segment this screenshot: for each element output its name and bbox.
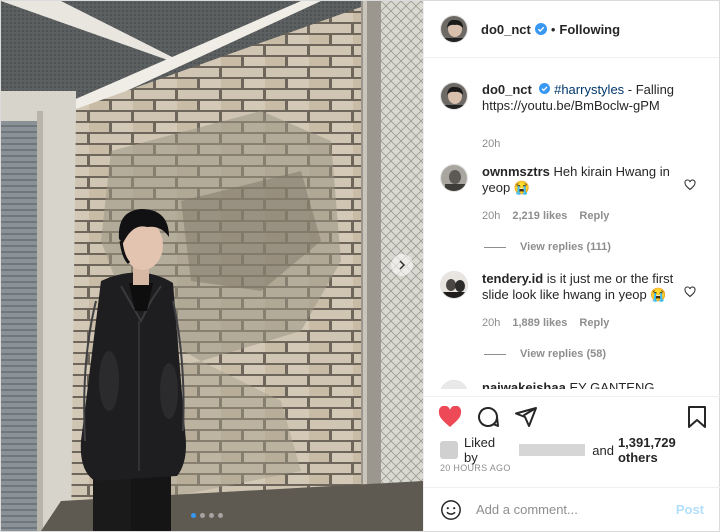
view-replies-label[interactable]: View replies (111)	[520, 241, 611, 253]
post-sidebar: do0_nct • Following do0_nct #harrystyles…	[423, 1, 720, 531]
comment-like-heart-icon[interactable]	[684, 178, 696, 196]
avatar-image	[441, 272, 467, 298]
share-send-icon[interactable]	[514, 405, 538, 429]
photo-image	[1, 1, 423, 531]
carousel-dot	[200, 513, 205, 518]
caption-link[interactable]: https://youtu.be/BmBoclw-gPM	[482, 98, 660, 113]
comment-time[interactable]: 20h	[482, 315, 500, 331]
bookmark-icon[interactable]	[686, 405, 708, 429]
post-timestamp[interactable]: 20 HOURS AGO	[440, 463, 511, 473]
chevron-right-icon	[399, 260, 406, 270]
caption-body: do0_nct #harrystyles - Falling https://y…	[482, 82, 682, 152]
comment-username[interactable]: tendery.id	[482, 271, 543, 286]
carousel-dots	[191, 513, 223, 518]
avatar-image	[441, 83, 467, 109]
comment-bubble-icon[interactable]	[476, 405, 500, 429]
avatar[interactable]	[440, 82, 468, 110]
carousel-dot	[218, 513, 223, 518]
replies-divider	[484, 353, 506, 355]
replies-divider	[484, 246, 506, 248]
reply-button[interactable]: Reply	[579, 208, 609, 224]
avatar-image	[441, 381, 467, 389]
view-replies-button[interactable]: View replies (58)	[484, 348, 704, 360]
comment-item: tendery.id is it just me or the first sl…	[440, 271, 704, 331]
comment-like-heart-icon[interactable]	[684, 285, 696, 303]
post-header: do0_nct • Following	[424, 1, 719, 58]
comment-emoji: 😭	[513, 180, 531, 195]
reply-button[interactable]: Reply	[579, 315, 609, 331]
comment-body: ownmsztrs Heh kirain Hwang in yeop 😭 20h…	[482, 164, 682, 224]
comment-item: naiwakeishaa EY GANTENG BGT	[440, 380, 704, 389]
avatar[interactable]	[440, 271, 468, 299]
header-separator: •	[550, 21, 556, 37]
comment-emoji: 😭	[650, 287, 667, 302]
comment-username[interactable]: naiwakeishaa	[482, 380, 566, 389]
add-comment-bar: Post	[424, 487, 720, 531]
add-comment-input[interactable]	[476, 502, 676, 517]
comment-meta: 20h 2,219 likes Reply	[482, 208, 682, 224]
liked-by-label: Liked by	[463, 435, 496, 465]
comment-likes[interactable]: 2,219 likes	[512, 208, 567, 224]
view-replies-label[interactable]: View replies (58)	[520, 348, 606, 360]
avatar[interactable]	[440, 164, 468, 192]
caption-hashtag[interactable]: #harrystyles	[554, 82, 624, 97]
avatar[interactable]	[440, 380, 468, 389]
avatar[interactable]	[440, 15, 468, 43]
likes-summary: Liked by and 1,391,729 others	[440, 435, 719, 465]
verified-badge-icon	[539, 83, 551, 94]
carousel-dot	[191, 513, 196, 518]
post-comment-button[interactable]: Post	[676, 502, 704, 517]
comment-item: ownmsztrs Heh kirain Hwang in yeop 😭 20h…	[440, 164, 704, 224]
liker-avatar[interactable]	[440, 441, 458, 459]
avatar-image	[441, 16, 467, 42]
avatar-image	[441, 165, 467, 191]
carousel-next-button[interactable]	[391, 254, 413, 276]
following-button[interactable]: Following	[559, 22, 620, 37]
comments-list[interactable]: do0_nct #harrystyles - Falling https://y…	[424, 59, 720, 389]
action-bar	[424, 396, 720, 436]
comment-time[interactable]: 20h	[482, 208, 500, 224]
and-label: and	[592, 442, 614, 458]
emoji-smiley-icon[interactable]	[440, 499, 462, 521]
likes-count[interactable]: 1,391,729 others	[618, 435, 719, 465]
comment-likes[interactable]: 1,889 likes	[512, 315, 567, 331]
liker-username-redacted	[519, 444, 586, 456]
caption: do0_nct #harrystyles - Falling https://y…	[440, 82, 704, 152]
caption-time[interactable]: 20h	[482, 136, 500, 152]
post-photo[interactable]	[1, 1, 423, 531]
caption-username[interactable]: do0_nct	[482, 82, 532, 97]
comment-body: tendery.id is it just me or the first sl…	[482, 271, 682, 331]
view-replies-button[interactable]: View replies (111)	[484, 241, 704, 253]
comment-meta: 20h 1,889 likes Reply	[482, 315, 682, 331]
comment-body: naiwakeishaa EY GANTENG BGT	[482, 380, 682, 389]
verified-badge-icon	[534, 23, 547, 35]
carousel-dot	[209, 513, 214, 518]
comment-username[interactable]: ownmsztrs	[482, 164, 550, 179]
like-heart-icon[interactable]	[438, 405, 462, 428]
caption-meta: 20h	[482, 136, 682, 152]
header-username[interactable]: do0_nct	[481, 22, 531, 37]
caption-text: - Falling	[627, 82, 675, 97]
